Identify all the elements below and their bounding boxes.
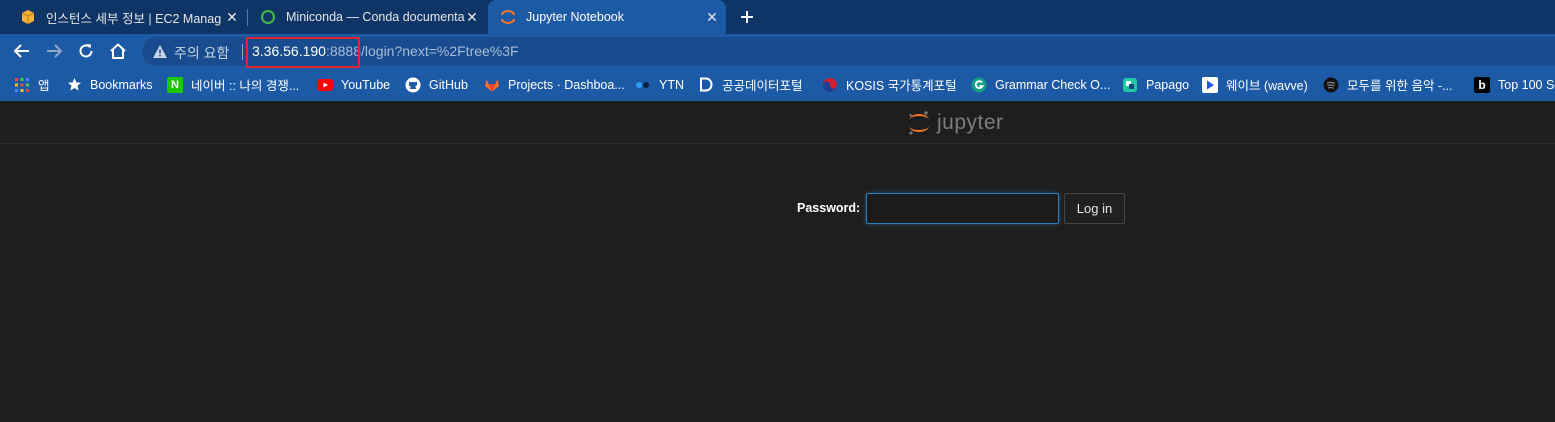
browser-tab-strip: 인스턴스 세부 정보 | EC2 Manag ✕ Miniconda — Con…: [0, 0, 1555, 34]
tab-title: 인스턴스 세부 정보 | EC2 Manag: [46, 11, 222, 26]
bookmark-kosis[interactable]: KOSIS 국가통계포털: [822, 68, 957, 101]
bookmark-spotify[interactable]: 모두를 위한 음악 -...: [1323, 68, 1453, 101]
bookmark-youtube[interactable]: YouTube: [317, 68, 390, 101]
bookmark-label: Projects · Dashboa...: [508, 77, 625, 92]
close-icon[interactable]: ✕: [704, 9, 720, 25]
gitlab-icon: [484, 77, 500, 93]
bookmark-ytn[interactable]: YTN: [635, 68, 684, 101]
papago-icon: [1122, 77, 1138, 93]
home-icon: [110, 43, 126, 59]
loading-ring-icon: [260, 9, 276, 25]
bookmark-label: Top 100 So: [1498, 77, 1555, 92]
bookmark-bookmarks[interactable]: Bookmarks: [66, 68, 153, 101]
aws-box-icon: [20, 9, 36, 25]
jupyter-logo[interactable]: jupyter: [907, 110, 1004, 136]
naver-icon: N: [167, 76, 183, 93]
bookmark-papago[interactable]: Papago: [1122, 68, 1189, 101]
bookmark-label: KOSIS 국가통계포털: [846, 79, 957, 93]
bookmark-label: 앱: [38, 79, 50, 93]
bookmark-top100[interactable]: b Top 100 So: [1474, 68, 1555, 101]
home-button[interactable]: [107, 40, 129, 62]
reload-icon: [79, 44, 93, 58]
logo-text: jupyter: [937, 111, 1004, 134]
bookmark-wavve[interactable]: 웨이브 (wavve): [1202, 68, 1308, 101]
bookmark-label: GitHub: [429, 77, 468, 92]
bookmark-label: Bookmarks: [90, 77, 153, 92]
tab-title: Miniconda — Conda documenta: [286, 10, 465, 24]
warning-icon[interactable]: [152, 44, 168, 59]
bookmark-label: 공공데이터포털: [722, 79, 803, 93]
tab-ec2[interactable]: 인스턴스 세부 정보 | EC2 Manag ✕: [8, 0, 246, 34]
kosis-icon: [822, 77, 838, 93]
arrow-right-icon: [47, 44, 63, 58]
apps-grid-icon: [14, 77, 30, 93]
bookmark-github[interactable]: GitHub: [405, 68, 468, 101]
bookmark-label: YTN: [659, 77, 684, 92]
not-secure-label[interactable]: 주의 요함: [174, 43, 229, 63]
browser-toolbar: 주의 요함 3.36.56.190:8888/login?next=%2Ftre…: [0, 34, 1555, 68]
login-button[interactable]: Log in: [1064, 193, 1125, 224]
b-icon: b: [1474, 76, 1490, 93]
bookmark-apps[interactable]: 앱: [14, 68, 50, 101]
jupyter-logo-icon: [909, 111, 929, 135]
bookmark-naver[interactable]: N 네이버 :: 나의 경쟁...: [167, 68, 299, 101]
arrow-left-icon: [13, 44, 29, 58]
bookmark-data-portal[interactable]: 공공데이터포털: [698, 68, 803, 101]
bookmark-grammar[interactable]: Grammar Check O...: [971, 68, 1110, 101]
github-icon: [405, 77, 421, 93]
bookmark-label: 웨이브 (wavve): [1226, 79, 1308, 93]
password-label: Password:: [797, 201, 861, 215]
tab-title: Jupyter Notebook: [526, 10, 624, 24]
plus-icon: [741, 11, 753, 23]
youtube-icon: [317, 77, 333, 93]
address-divider: [242, 44, 243, 60]
bookmark-label: 네이버 :: 나의 경쟁...: [191, 79, 300, 93]
bookmark-label: 모두를 위한 음악 -...: [1347, 79, 1453, 93]
bookmark-label: Papago: [1146, 77, 1190, 92]
url-highlight-annotation: [246, 37, 360, 68]
close-icon[interactable]: ✕: [224, 9, 240, 25]
jupyter-header: jupyter: [0, 101, 1555, 144]
close-icon[interactable]: ✕: [464, 9, 480, 25]
jupyter-login-page: jupyter Password: Log in: [0, 101, 1555, 422]
new-tab-button[interactable]: [736, 6, 758, 28]
bookmarks-bar: 앱 Bookmarks N 네이버 :: 나의 경쟁... YouTube Gi…: [0, 68, 1555, 101]
star-icon: [66, 77, 82, 93]
spotify-icon: [1323, 77, 1339, 93]
tab-miniconda[interactable]: Miniconda — Conda documenta ✕: [248, 0, 486, 34]
bookmark-label: YouTube: [341, 77, 391, 92]
wavve-icon: [1202, 76, 1218, 93]
back-button[interactable]: [11, 40, 33, 62]
password-input[interactable]: [866, 193, 1059, 224]
grammar-icon: [971, 77, 987, 93]
forward-button[interactable]: [43, 40, 65, 62]
bookmark-gitlab[interactable]: Projects · Dashboa...: [484, 68, 625, 101]
tab-jupyter[interactable]: Jupyter Notebook ✕: [488, 0, 726, 34]
reload-button[interactable]: [75, 40, 97, 62]
bookmark-label: Grammar Check O...: [995, 77, 1111, 92]
data-portal-icon: [698, 77, 714, 93]
jupyter-icon: [500, 9, 516, 25]
ytn-icon: [635, 77, 651, 93]
